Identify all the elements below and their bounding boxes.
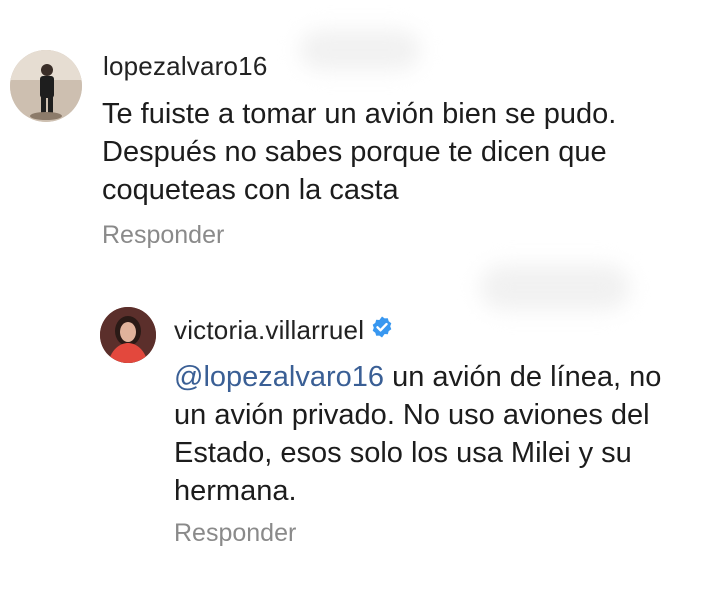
comment-text-line: hermana. <box>174 475 297 507</box>
comment-username: victoria.villarruel <box>174 315 394 346</box>
reply-button[interactable]: Responder <box>174 519 296 548</box>
avatar[interactable] <box>100 307 156 363</box>
mention-link[interactable]: @lopezalvaro16 <box>174 361 384 393</box>
blur-artifact <box>300 30 420 70</box>
comment-text-line: Estado, esos solo los usa Milei y su <box>174 437 632 469</box>
comment-text-segment: un avión de línea, no <box>384 361 662 393</box>
verified-badge-icon <box>370 315 394 346</box>
comment-text-line: Te fuiste a tomar un avión bien se pudo. <box>102 98 617 130</box>
comment-text-line: @lopezalvaro16 un avión de línea, no <box>174 358 661 396</box>
user-photo-avatar-icon <box>10 50 82 122</box>
comment-text-line: un avión privado. No uso aviones del <box>174 399 650 431</box>
blur-artifact <box>480 265 630 310</box>
reply-button[interactable]: Responder <box>102 221 224 250</box>
username-link[interactable]: victoria.villarruel <box>174 315 364 345</box>
avatar[interactable] <box>10 50 82 122</box>
comment-username[interactable]: lopezalvaro16 <box>103 51 268 82</box>
user-photo-avatar-icon <box>100 307 156 363</box>
comment-text-line: coqueteas con la casta <box>102 174 399 206</box>
comment-text-line: Después no sabes porque te dicen que <box>102 136 607 168</box>
